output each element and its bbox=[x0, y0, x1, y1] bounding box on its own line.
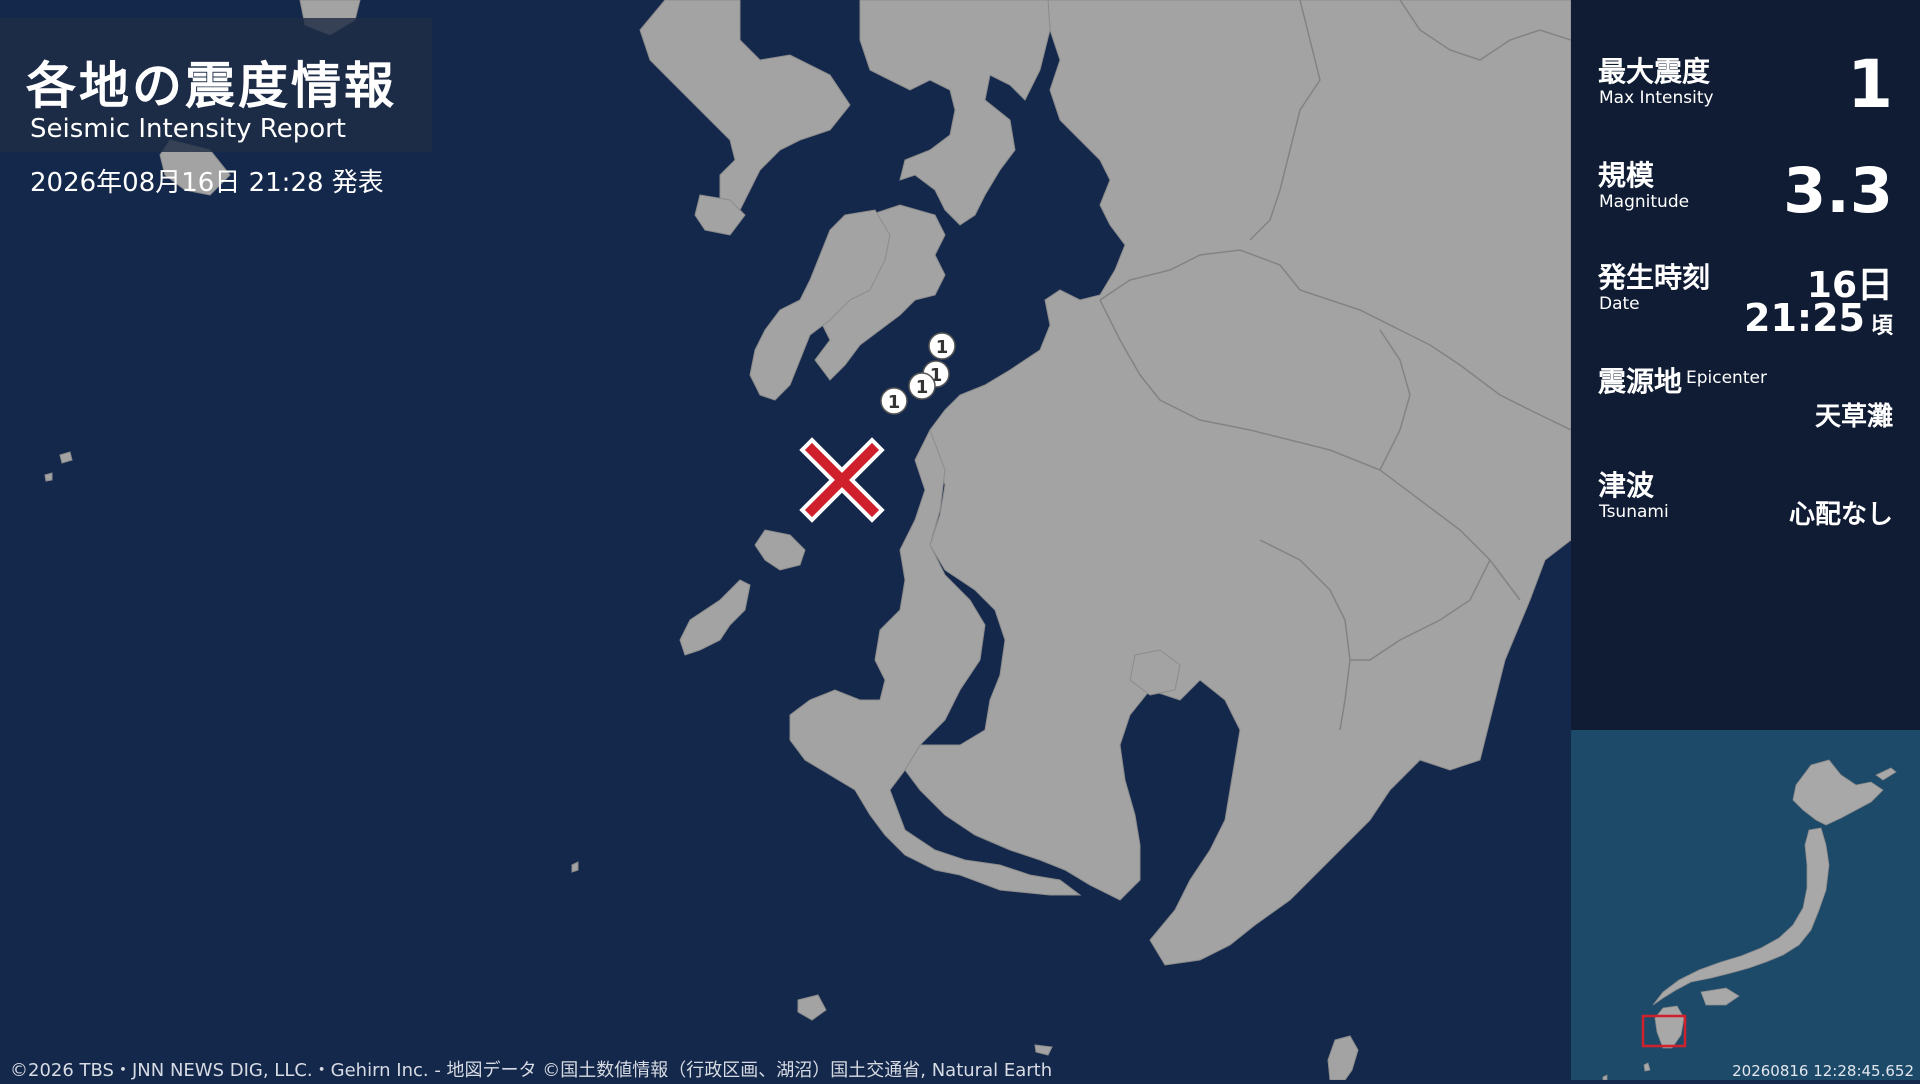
intensity-marker-4[interactable]: 1 bbox=[880, 387, 908, 415]
epicenter-label-en: Epicenter bbox=[1686, 368, 1767, 388]
inset-island-1 bbox=[1643, 1062, 1651, 1072]
islet-6 bbox=[44, 472, 53, 482]
epicenter-label: 震源地 bbox=[1598, 365, 1683, 398]
intensity-marker-1[interactable]: 1 bbox=[928, 332, 956, 360]
max-intensity-label: 最大震度 bbox=[1598, 55, 1711, 88]
inset-island-2 bbox=[1602, 1074, 1608, 1081]
max-intensity-value: 1 bbox=[1847, 46, 1893, 123]
intensity-marker-3[interactable]: 1 bbox=[908, 372, 936, 400]
date-suffix: 頃 bbox=[1870, 314, 1893, 339]
title-box: 各地の震度情報 Seismic Intensity Report bbox=[0, 18, 432, 152]
magnitude-value: 3.3 bbox=[1783, 154, 1893, 227]
magnitude-label-en: Magnitude bbox=[1599, 192, 1690, 212]
inset-kyushu bbox=[1654, 1005, 1685, 1049]
svg-text:1: 1 bbox=[916, 377, 929, 398]
date-label: 発生時刻 bbox=[1598, 261, 1711, 294]
date-time: 21:25 bbox=[1744, 296, 1865, 340]
inset-shikoku bbox=[1700, 987, 1740, 1006]
epicenter-value: 天草灘 bbox=[1814, 402, 1893, 432]
inset-island-3 bbox=[1875, 767, 1897, 781]
issued-time: 2026年08月16日 21:28 発表 bbox=[30, 168, 384, 198]
svg-text:1: 1 bbox=[888, 392, 901, 413]
summary-panel: 最大震度 Max Intensity 1 規模 Magnitude 3.3 発生… bbox=[1571, 0, 1920, 730]
tsunami-label: 津波 bbox=[1598, 469, 1655, 502]
svg-text:1: 1 bbox=[936, 337, 949, 358]
page-title: 各地の震度情報 bbox=[26, 57, 397, 115]
inset-honshu bbox=[1652, 827, 1830, 1006]
date-label-en: Date bbox=[1599, 294, 1640, 314]
inset-hokkaido bbox=[1792, 759, 1884, 826]
copyright-text: ©2026 TBS・JNN NEWS DIG, LLC.・Gehirn Inc.… bbox=[10, 1060, 1053, 1081]
tsunami-value: 心配なし bbox=[1788, 500, 1893, 530]
max-intensity-label-en: Max Intensity bbox=[1599, 88, 1714, 108]
magnitude-label: 規模 bbox=[1598, 159, 1655, 192]
page-subtitle: Seismic Intensity Report bbox=[30, 114, 346, 144]
capture-timestamp: 20260816 12:28:45.652 bbox=[1732, 1062, 1914, 1080]
tsunami-label-en: Tsunami bbox=[1599, 502, 1669, 522]
overview-inset-map[interactable]: 20260816 12:28:45.652 bbox=[1571, 730, 1920, 1081]
